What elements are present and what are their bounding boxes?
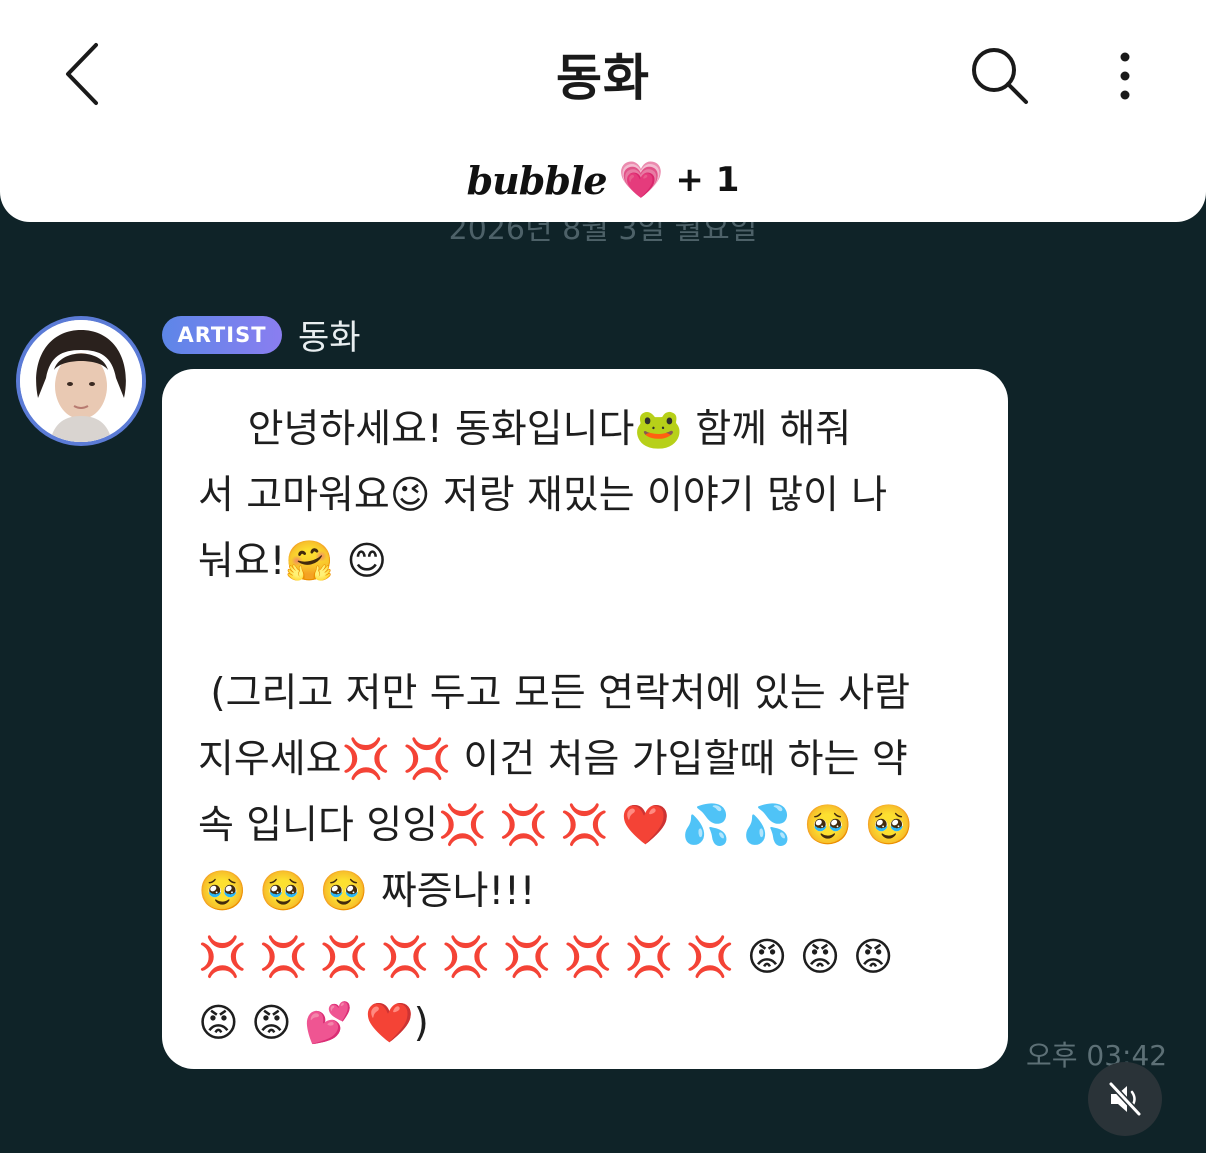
sender-name: 동화 xyxy=(298,318,361,358)
message-line xyxy=(198,595,978,661)
avatar[interactable] xyxy=(16,316,146,446)
message-line: 안녕하세요! 동화입니다🐸 함께 해줘 xyxy=(198,407,852,452)
subscription-count: + 1 xyxy=(675,160,740,200)
more-options-button[interactable] xyxy=(1100,40,1150,112)
artist-portrait xyxy=(20,320,142,442)
message-line: (그리고 저만 두고 모든 연락처에 있는 사람 xyxy=(198,671,910,716)
artist-badge: ARTIST xyxy=(162,316,282,354)
bubble-subscription-row[interactable]: bubble 💗 + 1 xyxy=(0,150,1206,210)
message-line: 💢 💢 💢 💢 💢 💢 💢 💢 💢 😡 😡 😡 xyxy=(198,935,894,980)
bubble-logo: bubble xyxy=(466,157,608,203)
heart-icon: 💗 xyxy=(618,160,664,201)
message-line: 🥹 🥹 🥹 짜증나!!! xyxy=(198,869,536,914)
message-line: 지우세요💢 💢 이건 처음 가입할때 하는 약 xyxy=(198,737,908,782)
more-vertical-icon xyxy=(1120,52,1130,100)
search-icon xyxy=(972,48,1028,104)
speaker-muted-icon xyxy=(1108,1081,1142,1117)
message-line: 😡 😡 💕 ❤️) xyxy=(198,1001,429,1046)
top-header-card: 동화 bubble 💗 + 1 xyxy=(0,0,1206,222)
message-line: 속 입니다 잉잉💢 💢 💢 ❤️ 💦 💦 🥹 🥹 xyxy=(198,803,914,848)
message-bubble[interactable]: 안녕하세요! 동화입니다🐸 함께 해줘 서 고마워요😉 저랑 재밌는 이야기 많… xyxy=(162,369,1008,1069)
message-line: 눠요!🤗 😊 xyxy=(198,539,388,584)
search-button[interactable] xyxy=(960,40,1040,112)
message-line: 서 고마워요😉 저랑 재밌는 이야기 많이 나 xyxy=(198,473,888,518)
mute-toggle-button[interactable] xyxy=(1088,1062,1162,1136)
